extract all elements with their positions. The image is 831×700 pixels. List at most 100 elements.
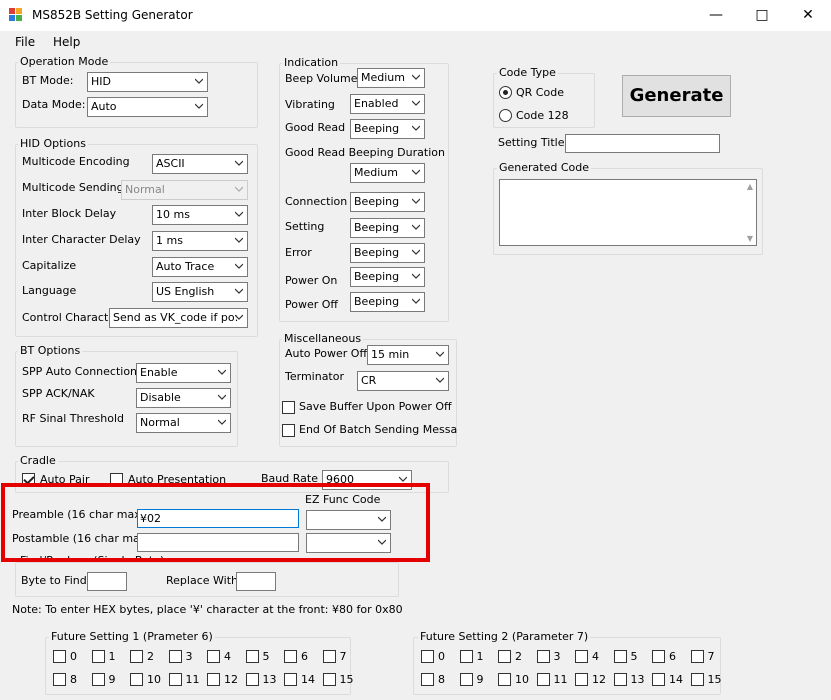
- future2-bit-checkbox[interactable]: [536, 673, 550, 686]
- future-setting-2-title: Future Setting 2 (Parameter 7): [418, 630, 591, 643]
- chevron-down-icon: [235, 236, 243, 244]
- chevron-down-icon: [235, 210, 243, 218]
- end-of-batch-checkbox[interactable]: [282, 424, 295, 437]
- future1-bit-checkbox[interactable]: [130, 650, 143, 663]
- chevron-down-icon: [412, 99, 420, 107]
- future2-bit-checkbox[interactable]: [459, 650, 473, 663]
- future2-bit-checkbox[interactable]: [421, 673, 434, 686]
- future2-bit-checkbox[interactable]: [613, 673, 627, 686]
- byte-to-find-input[interactable]: [87, 572, 127, 591]
- future1-bit-label: 2: [147, 650, 154, 663]
- chevron-down-icon: [399, 475, 407, 483]
- spp-ack-nak-dropdown[interactable]: Disable: [136, 388, 231, 408]
- replace-with-label: Replace With:: [166, 574, 242, 587]
- error-label: Error: [285, 246, 312, 259]
- good-read-dropdown[interactable]: Beeping: [350, 119, 425, 139]
- future2-bit-checkbox[interactable]: [652, 650, 665, 663]
- code-128-label: Code 128: [516, 109, 569, 122]
- replace-with-input[interactable]: [236, 572, 276, 591]
- power-off-label: Power Off: [285, 298, 338, 311]
- inter-character-delay-dropdown[interactable]: 1 ms: [152, 231, 248, 251]
- minimize-button[interactable]: —: [693, 0, 739, 31]
- future2-bit-checkbox[interactable]: [575, 673, 588, 686]
- app-icon: [9, 8, 23, 22]
- future2-bit-checkbox[interactable]: [421, 650, 434, 663]
- future2-bit-checkbox[interactable]: [652, 673, 665, 686]
- future2-bit-checkbox[interactable]: [536, 650, 550, 663]
- future1-bit-checkbox[interactable]: [284, 673, 297, 686]
- capitalize-dropdown[interactable]: Auto Trace: [152, 257, 248, 277]
- future1-bit-checkbox[interactable]: [91, 650, 105, 663]
- future2-bit-checkbox[interactable]: [459, 673, 473, 686]
- future1-bit-checkbox[interactable]: [245, 650, 259, 663]
- future1-bit-checkbox[interactable]: [53, 650, 66, 663]
- multicode-encoding-label: Multicode Encoding: [22, 155, 130, 168]
- auto-power-off-dropdown[interactable]: 15 min: [367, 345, 449, 365]
- connection-dropdown[interactable]: Beeping: [350, 192, 425, 212]
- beep-volume-dropdown[interactable]: Medium: [357, 68, 425, 88]
- save-buffer-label: Save Buffer Upon Power Off: [299, 400, 452, 413]
- future1-bit-checkbox[interactable]: [130, 673, 143, 686]
- future1-bit-checkbox[interactable]: [168, 673, 182, 686]
- future1-bit-label: 14: [301, 673, 315, 686]
- chevron-down-icon: [412, 197, 420, 205]
- setting-title-input[interactable]: [565, 134, 720, 153]
- future2-bit-checkbox[interactable]: [498, 673, 511, 686]
- good-read-label: Good Read: [285, 121, 346, 134]
- future1-bit-label: 13: [262, 673, 277, 686]
- future1-bit-checkbox[interactable]: [322, 673, 336, 686]
- bt-mode-dropdown[interactable]: HID: [87, 72, 208, 92]
- multicode-encoding-dropdown[interactable]: ASCII: [152, 154, 248, 174]
- data-mode-dropdown[interactable]: Auto: [87, 97, 208, 117]
- future1-bit-checkbox[interactable]: [207, 650, 220, 663]
- hid-options-title: HID Options: [18, 137, 88, 150]
- power-off-dropdown[interactable]: Beeping: [350, 292, 425, 312]
- scroll-up-icon[interactable]: ▲: [747, 182, 753, 191]
- future2-bit-checkbox[interactable]: [498, 650, 511, 663]
- future1-bit-label: 15: [339, 673, 354, 686]
- power-on-dropdown[interactable]: Beeping: [350, 267, 425, 287]
- chevron-down-icon: [235, 287, 243, 295]
- future1-bit-checkbox[interactable]: [207, 673, 220, 686]
- future1-bit-checkbox[interactable]: [245, 673, 259, 686]
- qr-code-radio[interactable]: [499, 86, 512, 99]
- inter-block-delay-label: Inter Block Delay: [22, 207, 117, 220]
- title-bar: MS852B Setting Generator — □ ✕: [0, 0, 831, 31]
- future2-bit-checkbox[interactable]: [690, 650, 704, 663]
- scroll-down-icon[interactable]: ▼: [747, 234, 753, 243]
- rf-threshold-dropdown[interactable]: Normal: [136, 413, 231, 433]
- future2-bit-label: 11: [553, 673, 568, 686]
- multicode-sending-dropdown[interactable]: Normal: [121, 180, 248, 200]
- future2-bit-checkbox[interactable]: [613, 650, 627, 663]
- code-type-title: Code Type: [497, 66, 558, 79]
- future1-bit-label: 8: [70, 673, 77, 686]
- setting-dropdown[interactable]: Beeping: [350, 218, 425, 238]
- chevron-down-icon: [412, 124, 420, 132]
- error-dropdown[interactable]: Beeping: [350, 243, 425, 263]
- byte-to-find-label: Byte to Find:: [21, 574, 91, 587]
- generate-button[interactable]: Generate: [622, 75, 731, 117]
- future2-bit-checkbox[interactable]: [690, 673, 704, 686]
- terminator-dropdown[interactable]: CR: [357, 371, 449, 391]
- code-128-radio[interactable]: [499, 109, 512, 122]
- future1-bit-checkbox[interactable]: [284, 650, 297, 663]
- menu-file[interactable]: File: [15, 35, 35, 49]
- close-button[interactable]: ✕: [785, 0, 831, 31]
- future1-bit-checkbox[interactable]: [91, 673, 105, 686]
- future1-bit-checkbox[interactable]: [322, 650, 336, 663]
- future-setting-1-group: [45, 637, 351, 695]
- future2-bit-checkbox[interactable]: [575, 650, 588, 663]
- maximize-button[interactable]: □: [739, 0, 785, 31]
- spp-auto-connection-dropdown[interactable]: Enable: [136, 363, 231, 383]
- vibrating-dropdown[interactable]: Enabled: [350, 94, 425, 114]
- menu-help[interactable]: Help: [53, 35, 80, 49]
- language-dropdown[interactable]: US English: [152, 282, 248, 302]
- chevron-down-icon: [235, 313, 243, 321]
- good-read-duration-dropdown[interactable]: Medium: [350, 163, 425, 183]
- generated-code-textarea[interactable]: ▲ ▼: [499, 179, 757, 246]
- future1-bit-checkbox[interactable]: [168, 650, 182, 663]
- save-buffer-checkbox[interactable]: [282, 401, 295, 414]
- future1-bit-checkbox[interactable]: [53, 673, 66, 686]
- control-character-dropdown[interactable]: Send as VK_code if po:: [109, 308, 248, 328]
- inter-block-delay-dropdown[interactable]: 10 ms: [152, 205, 248, 225]
